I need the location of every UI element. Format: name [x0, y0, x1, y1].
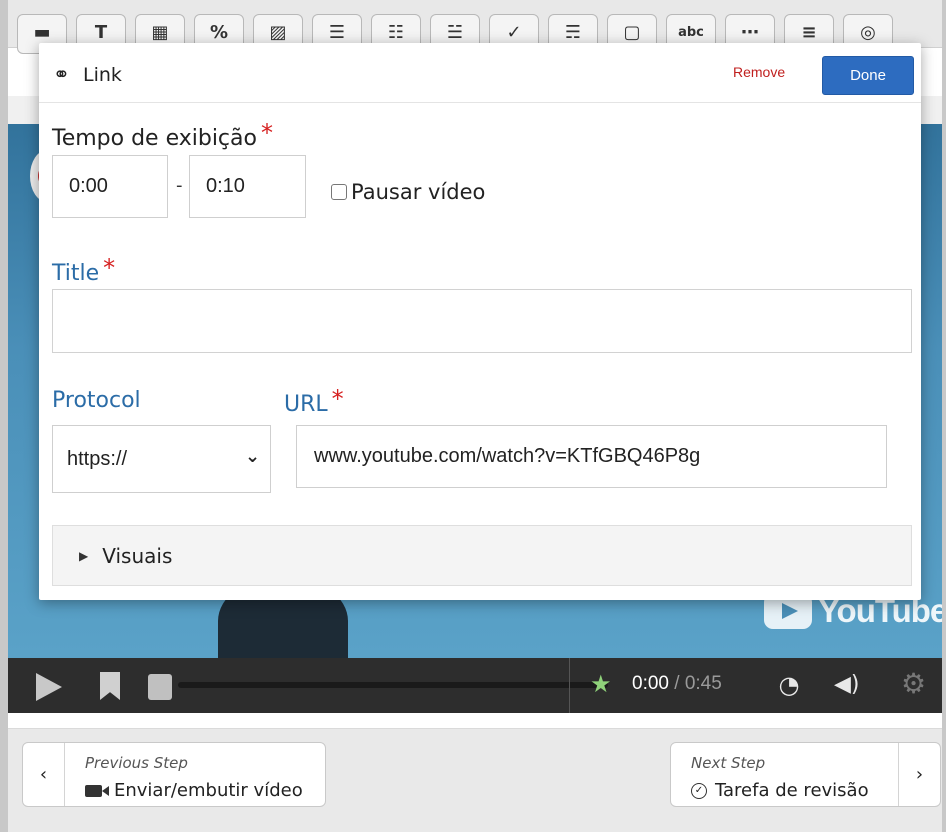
next-step-button[interactable]: Next Step ✓ Tarefa de revisão › — [670, 742, 941, 807]
required-marker: * — [260, 119, 273, 147]
step-navigation: ‹ Previous Step Enviar/embutir vídeo Nex… — [8, 728, 942, 832]
visuals-label: Visuais — [102, 543, 173, 568]
player-controls: ★ 0:00 / 0:45 ◔ ◀) ⚙ — [8, 658, 942, 713]
title-label: Title * — [52, 254, 115, 286]
time-readout: 0:00 / 0:45 — [632, 673, 722, 695]
progress-bar[interactable] — [178, 682, 608, 688]
chevron-right-icon[interactable]: › — [898, 743, 940, 806]
next-step-title: Tarefa de revisão — [715, 780, 869, 801]
star-marker-icon[interactable]: ★ — [590, 670, 612, 698]
caret-right-icon: ▶ — [79, 548, 89, 563]
required-marker: * — [331, 385, 344, 413]
url-label-text: URL — [284, 392, 328, 417]
dialog-title: Link — [83, 64, 122, 86]
end-time-input[interactable] — [189, 155, 306, 218]
dialog-header: ⚭ Link Remove Done — [39, 43, 921, 103]
time-separator: - — [176, 175, 183, 196]
remove-button[interactable]: Remove — [733, 64, 785, 80]
chevron-down-icon: ⌄ — [245, 446, 261, 467]
pause-video-label: Pausar vídeo — [351, 180, 486, 204]
url-input[interactable] — [296, 425, 887, 488]
window-frame-right — [942, 0, 946, 832]
protocol-selected-value: https:// — [67, 448, 128, 470]
link-dialog: ⚭ Link Remove Done Tempo de exibição* - … — [39, 43, 921, 600]
previous-step-title: Enviar/embutir vídeo — [114, 780, 303, 801]
next-step-kicker: Next Step — [691, 754, 766, 772]
pause-video-checkbox[interactable] — [331, 184, 347, 200]
display-time-label: Tempo de exibição * — [52, 119, 273, 151]
start-time-input[interactable] — [52, 155, 168, 218]
previous-step-button[interactable]: ‹ Previous Step Enviar/embutir vídeo — [22, 742, 326, 807]
video-camera-icon — [85, 784, 109, 797]
pause-video-option[interactable]: Pausar vídeo — [331, 180, 485, 204]
display-time-text: Tempo de exibição — [52, 126, 257, 151]
protocol-select[interactable]: https:// ⌄ — [52, 425, 271, 493]
done-button[interactable]: Done — [822, 56, 914, 95]
playback-speed-icon[interactable]: ◔ — [772, 670, 806, 700]
visuals-expander[interactable]: ▶ Visuais — [52, 525, 912, 586]
title-label-text: Title — [52, 261, 100, 286]
volume-icon[interactable]: ◀) — [834, 670, 870, 700]
bookmark-icon[interactable] — [100, 672, 120, 700]
chevron-left-icon[interactable]: ‹ — [23, 743, 65, 806]
window-frame-left — [0, 0, 8, 832]
link-icon: ⚭ — [53, 62, 70, 86]
play-icon[interactable] — [36, 673, 62, 701]
previous-step-kicker: Previous Step — [85, 754, 188, 772]
total-time: / 0:45 — [674, 673, 722, 694]
interaction-marker-icon[interactable] — [148, 674, 172, 700]
editor-toolbar: ▬ T ▦ % ▨ ☰ ☷ ☱ ✓ ☴ ▢ abc ⋯ ≡ ◎ — [8, 0, 942, 54]
controls-divider — [569, 658, 570, 713]
title-input[interactable] — [52, 289, 912, 353]
required-marker: * — [103, 254, 116, 282]
check-circle-icon: ✓ — [691, 782, 707, 799]
protocol-label: Protocol — [52, 388, 141, 413]
url-label: URL * — [284, 385, 344, 417]
current-time: 0:00 — [632, 673, 669, 694]
settings-gear-icon[interactable]: ⚙ — [901, 668, 926, 700]
